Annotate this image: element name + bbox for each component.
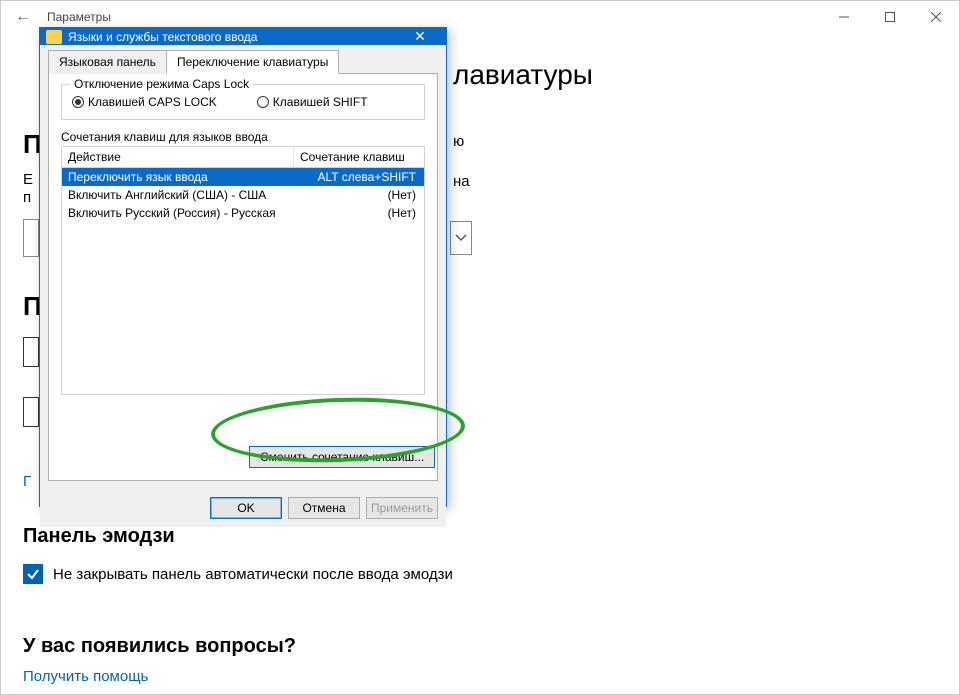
apply-button[interactable]: Применить — [366, 497, 438, 519]
radio-capslock-key[interactable]: Клавишей CAPS LOCK — [72, 95, 217, 109]
row-shortcut: (Нет) — [294, 188, 418, 202]
cancel-button[interactable]: Отмена — [288, 497, 360, 519]
row-action: Включить Русский (Россия) - Русская — [68, 206, 294, 220]
text-stub: п — [23, 189, 31, 206]
text-stub: Е — [23, 171, 33, 188]
radio-dot-icon — [72, 96, 84, 108]
list-row[interactable]: Переключить язык ввода ALT слева+SHIFT — [62, 168, 424, 186]
list-row[interactable]: Включить Русский (Россия) - Русская (Нет… — [62, 204, 424, 222]
tab-language-bar[interactable]: Языковая панель — [48, 50, 167, 74]
link-stub[interactable]: Г — [23, 473, 31, 490]
checkbox-checked-icon — [23, 564, 43, 584]
change-shortcut-button[interactable]: Сменить сочетание клавиш... — [249, 446, 435, 468]
radio-shift-key[interactable]: Клавишей SHIFT — [257, 95, 368, 109]
shortcut-listbox[interactable]: Переключить язык ввода ALT слева+SHIFT В… — [61, 167, 425, 395]
col-shortcut-header[interactable]: Сочетание клавиш — [294, 147, 424, 167]
text-fragment: на — [453, 173, 470, 190]
dialog-title: Языки и службы текстового ввода — [68, 30, 257, 44]
emoji-panel-section: Панель эмодзи Не закрывать панель автома… — [23, 525, 453, 584]
dialog-titlebar: Языки и службы текстового ввода ✕ — [40, 28, 446, 45]
minimize-button[interactable] — [821, 1, 867, 33]
row-action: Переключить язык ввода — [68, 170, 294, 184]
control-stub — [23, 397, 39, 427]
checkbox-label: Не закрывать панель автоматически после … — [53, 566, 453, 583]
tab-strip: Языковая панель Переключение клавиатуры — [48, 50, 438, 74]
text-fragment: ю — [453, 133, 464, 150]
shortcut-list-label: Сочетания клавиш для языков ввода — [61, 130, 425, 144]
radio-dot-icon — [257, 96, 269, 108]
back-arrow-icon[interactable]: ← — [15, 8, 31, 26]
dialog-close-button[interactable]: ✕ — [400, 28, 440, 45]
questions-section: У вас появились вопросы? Получить помощь — [23, 635, 296, 685]
row-action: Включить Английский (США) - США — [68, 188, 294, 202]
keyboard-icon — [46, 30, 62, 44]
radio-label: Клавишей CAPS LOCK — [88, 95, 217, 109]
control-stub — [23, 219, 39, 257]
list-header: Действие Сочетание клавиш — [61, 146, 425, 167]
questions-heading: У вас появились вопросы? — [23, 635, 296, 658]
dropdown-chevron-fragment[interactable] — [450, 221, 472, 255]
ok-button[interactable]: OK — [210, 497, 282, 519]
close-button[interactable] — [913, 1, 959, 33]
tab-panel: Отключение режима Caps Lock Клавишей CAP… — [48, 73, 438, 481]
col-action-header[interactable]: Действие — [62, 147, 294, 167]
radio-label: Клавишей SHIFT — [273, 95, 368, 109]
capslock-groupbox: Отключение режима Caps Lock Клавишей CAP… — [61, 84, 425, 120]
list-row[interactable]: Включить Английский (США) - США (Нет) — [62, 186, 424, 204]
emoji-heading: Панель эмодзи — [23, 525, 453, 548]
page-heading-fragment: лавиатуры — [453, 59, 593, 91]
window-title: Параметры — [47, 10, 821, 24]
text-services-dialog: Языки и службы текстового ввода ✕ Языков… — [39, 27, 447, 507]
emoji-autoclose-checkbox[interactable]: Не закрывать панель автоматически после … — [23, 564, 453, 584]
dialog-button-row: OK Отмена Применить — [40, 489, 446, 527]
get-help-link[interactable]: Получить помощь — [23, 668, 296, 685]
row-shortcut: ALT слева+SHIFT — [294, 170, 418, 184]
maximize-button[interactable] — [867, 1, 913, 33]
row-shortcut: (Нет) — [294, 206, 418, 220]
groupbox-legend: Отключение режима Caps Lock — [70, 77, 253, 91]
tab-switch-keyboard[interactable]: Переключение клавиатуры — [166, 50, 339, 74]
control-stub — [23, 337, 39, 367]
